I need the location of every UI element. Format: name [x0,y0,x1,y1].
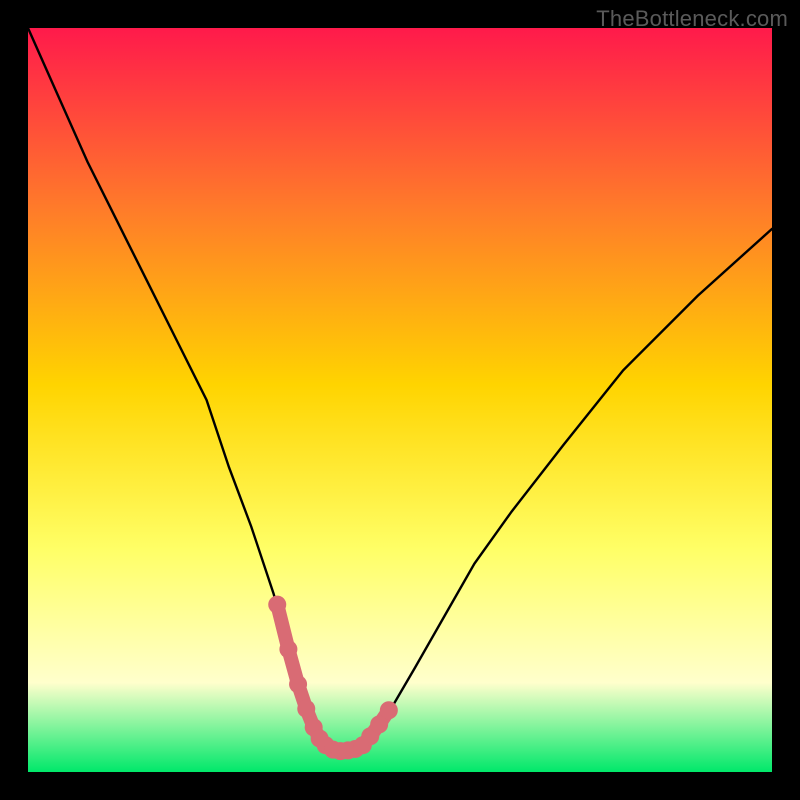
gradient-background [28,28,772,772]
chart-frame: TheBottleneck.com [0,0,800,800]
highlight-dot [268,596,286,614]
highlight-dot [279,640,297,658]
highlight-dot [297,700,315,718]
plot-area [28,28,772,772]
highlight-dot [380,701,398,719]
highlight-dot [289,675,307,693]
bottleneck-chart [28,28,772,772]
